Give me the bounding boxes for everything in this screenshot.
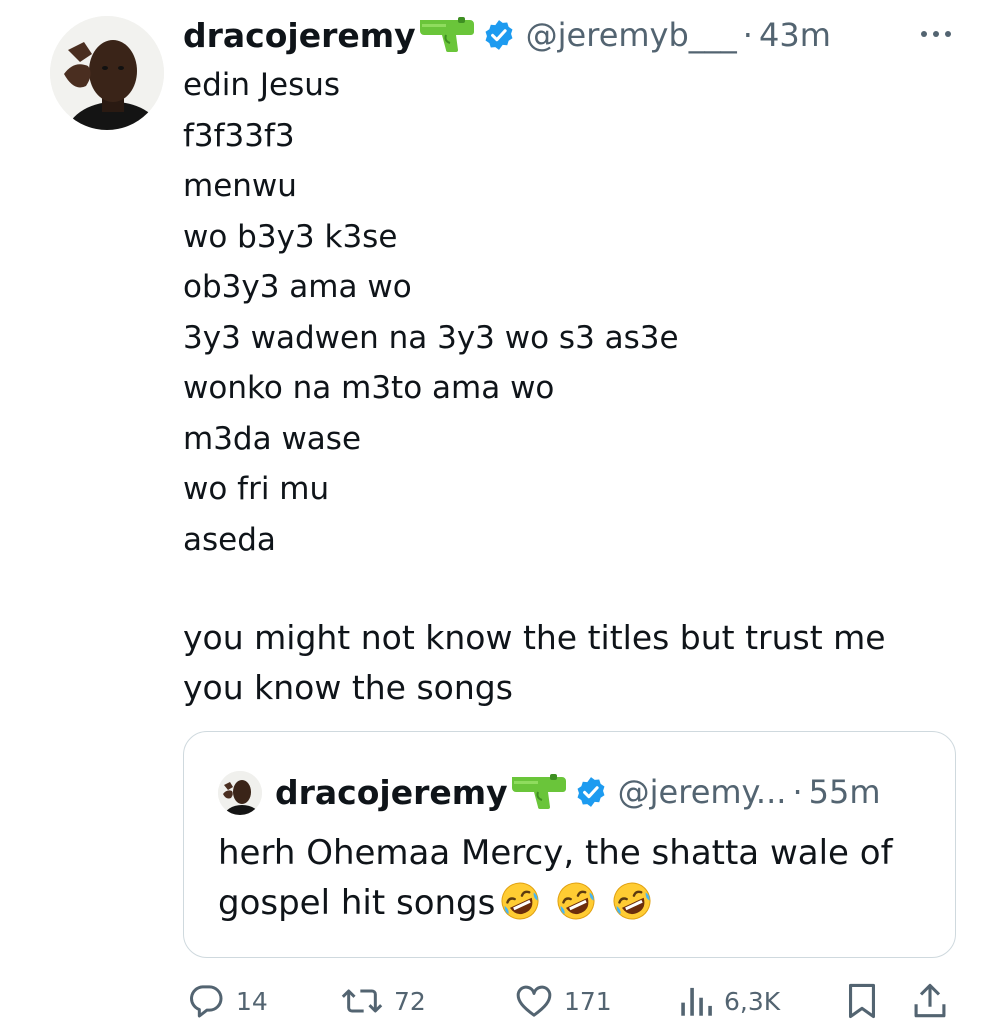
like-count: 171: [564, 986, 612, 1016]
author-handle[interactable]: @jeremyb___: [526, 16, 737, 54]
rolling-on-floor-laughing-icon: [611, 880, 653, 922]
tweet-line: you know the songs: [183, 668, 513, 707]
reply-button[interactable]: 14: [186, 975, 268, 1027]
tweet-text: edin Jesus f3f33f3 menwu wo b3y3 k3se ob…: [183, 60, 953, 565]
tweet-line: ob3y3 ama wo: [183, 269, 412, 305]
tweet-action-bar: 14 72 171 6,3K: [0, 975, 1006, 1027]
verified-badge-icon[interactable]: [574, 775, 608, 809]
share-icon: [914, 983, 946, 1018]
tweet-line: 3y3 wadwen na 3y3 wo s3 as3e: [183, 319, 679, 356]
views-button[interactable]: 6,3K: [678, 975, 780, 1027]
quoted-tweet-header: dracojeremy @jeremy... · 55m: [275, 768, 881, 816]
quoted-author-display-name[interactable]: dracojeremy: [275, 773, 508, 812]
tweet-line: m3da wase: [183, 420, 362, 457]
repost-button[interactable]: 72: [340, 975, 426, 1027]
quoted-author-avatar[interactable]: [218, 771, 262, 815]
tweet-line: aseda: [183, 521, 276, 558]
bookmark-icon: [848, 983, 876, 1019]
rolling-on-floor-laughing-icon: [499, 880, 541, 922]
tweet-line: wonko na m3to ama wo: [183, 370, 555, 406]
tweet-header: dracojeremy @jeremyb___ · 43m: [183, 10, 831, 60]
quoted-tweet-text: herh Ohemaa Mercy, the shatta wale of go…: [218, 828, 938, 928]
avatar-photo: [50, 16, 164, 130]
water-pistol-icon: [510, 773, 568, 811]
like-button[interactable]: 171: [514, 975, 612, 1027]
reply-icon: [190, 985, 223, 1018]
quoted-author-handle[interactable]: @jeremy...: [618, 773, 787, 811]
tweet-timestamp[interactable]: 43m: [759, 16, 831, 54]
tweet-line: wo b3y3 k3se: [183, 218, 398, 255]
rolling-on-floor-laughing-icon: [555, 880, 597, 922]
tweet-closing-text: you might not know the titles but trust …: [183, 613, 953, 713]
author-avatar[interactable]: [50, 16, 164, 130]
tweet-line: menwu: [183, 168, 297, 204]
quoted-tweet-timestamp[interactable]: 55m: [809, 773, 881, 811]
separator-dot: ·: [792, 773, 803, 811]
views-analytics-icon: [681, 987, 712, 1016]
quoted-text-line: gospel hit songs: [218, 883, 496, 923]
quoted-text-line: herh Ohemaa Mercy, the shatta wale of: [218, 833, 893, 873]
water-pistol-icon: [418, 16, 476, 54]
reply-count: 14: [236, 986, 268, 1016]
tweet-line: edin Jesus: [183, 67, 341, 103]
author-display-name[interactable]: dracojeremy: [183, 16, 416, 55]
repost-icon: [341, 989, 383, 1013]
share-button[interactable]: [912, 975, 948, 1027]
tweet-line: you might not know the titles but trust …: [183, 618, 886, 657]
tweet-line: f3f33f3: [183, 117, 295, 154]
repost-count: 72: [394, 986, 426, 1016]
separator-dot: ·: [742, 16, 753, 54]
view-count: 6,3K: [724, 986, 781, 1016]
quoted-tweet-card[interactable]: dracojeremy @jeremy... · 55m herh Ohemaa…: [183, 731, 956, 958]
heart-icon: [516, 985, 552, 1017]
avatar-photo: [218, 771, 262, 815]
verified-badge-icon[interactable]: [482, 18, 516, 52]
bookmark-button[interactable]: [844, 975, 880, 1027]
tweet-line: wo fri mu: [183, 471, 330, 507]
more-options-icon[interactable]: [916, 24, 956, 44]
